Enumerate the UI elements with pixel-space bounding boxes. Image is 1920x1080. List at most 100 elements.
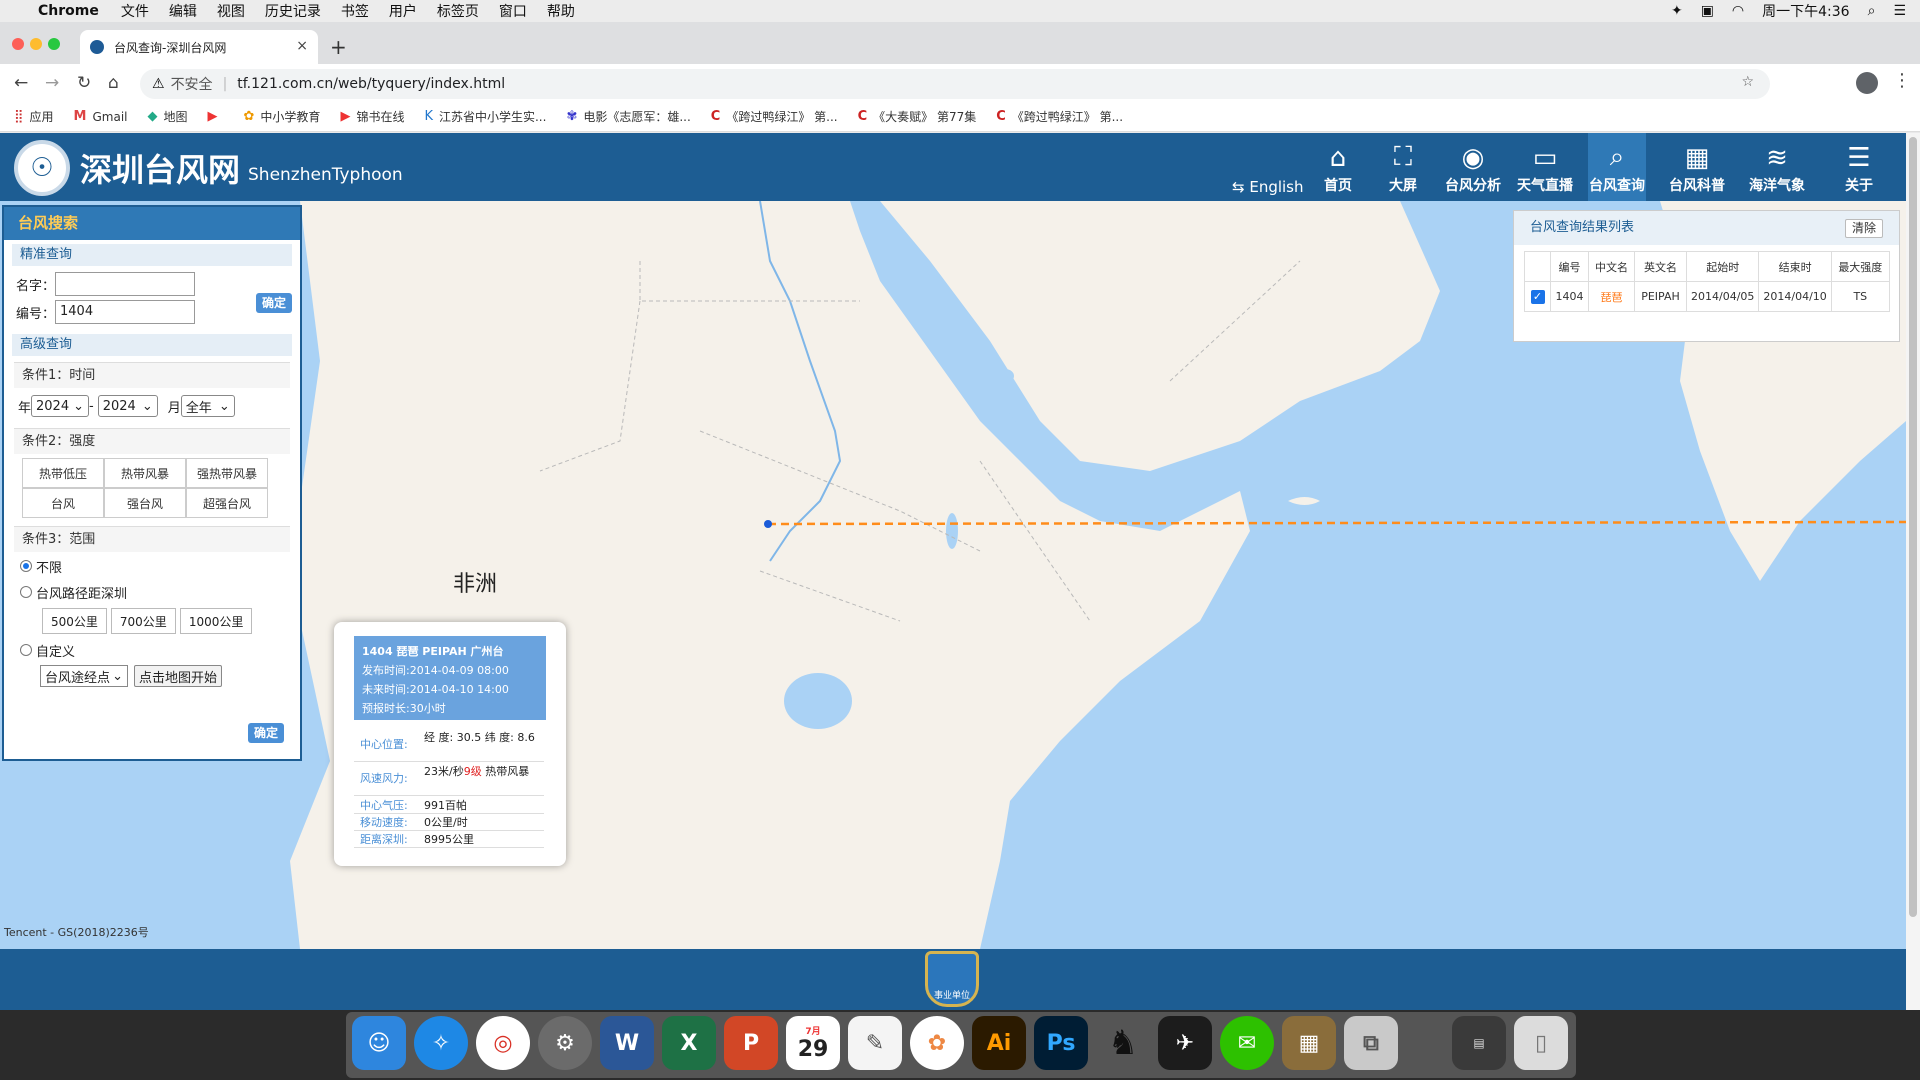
textedit-icon[interactable]: ✎ bbox=[848, 1016, 902, 1070]
menu-file[interactable]: 文件 bbox=[121, 1, 149, 21]
zoom-window-button[interactable] bbox=[48, 38, 60, 50]
nav-typhoon-analysis[interactable]: ◉ 台风分析 bbox=[1442, 133, 1504, 201]
bookmark-jiangsu[interactable]: K 江苏省中小学生实... bbox=[424, 108, 546, 125]
finder-icon[interactable]: ☺ bbox=[352, 1016, 406, 1070]
distance-1000-button[interactable]: 1000公里 bbox=[179, 608, 253, 634]
close-tab-icon[interactable]: × bbox=[296, 38, 308, 54]
precise-confirm-button[interactable]: 确定 bbox=[256, 293, 293, 313]
intensity-ts[interactable]: 热带风暴 bbox=[104, 458, 186, 488]
menu-bookmarks[interactable]: 书签 bbox=[341, 1, 369, 21]
name-input[interactable] bbox=[55, 272, 196, 296]
excel-icon[interactable]: X bbox=[662, 1016, 716, 1070]
illustrator-icon[interactable]: Ai bbox=[972, 1016, 1026, 1070]
range-any-option[interactable]: 不限 bbox=[20, 556, 300, 576]
bookmark-education[interactable]: ✿ 中小学教育 bbox=[244, 108, 321, 125]
notification-center-icon[interactable]: ☰ bbox=[1893, 3, 1906, 19]
menu-tab[interactable]: 标签页 bbox=[437, 1, 479, 21]
folder-stack-icon[interactable]: ▤ bbox=[1452, 1016, 1506, 1070]
intensity-super-ty[interactable]: 超强台风 bbox=[186, 488, 268, 518]
address-bar[interactable]: ⚠ 不安全 | tf.121.com.cn/web/tyquery/index.… bbox=[140, 69, 1770, 99]
forward-icon[interactable]: → bbox=[45, 73, 59, 93]
app-menu-chrome[interactable]: Chrome bbox=[38, 3, 99, 19]
nav-typhoon-query[interactable]: ⌕ 台风查询 bbox=[1588, 133, 1646, 201]
site-logo[interactable]: ☉ bbox=[14, 140, 70, 196]
table-row[interactable]: ✓ 1404 琵琶 PEIPAH 2014/04/05 2014/04/10 T… bbox=[1524, 281, 1890, 312]
nav-weather-live[interactable]: ▭ 天气直播 bbox=[1514, 133, 1576, 201]
clear-results-button[interactable]: 清除 bbox=[1844, 219, 1883, 238]
scrollbar-thumb[interactable] bbox=[1909, 137, 1917, 917]
bookmark-episode-3[interactable]: C 《跨过鸭绿江》 第... bbox=[996, 108, 1123, 125]
intensity-sty[interactable]: 强台风 bbox=[104, 488, 186, 518]
safari-icon[interactable]: ✧ bbox=[414, 1016, 468, 1070]
archive-utility-icon[interactable]: ⧉ bbox=[1344, 1016, 1398, 1070]
english-link[interactable]: ⇆ English bbox=[1232, 178, 1304, 196]
intensity-ty[interactable]: 台风 bbox=[22, 488, 104, 518]
radio-checked[interactable] bbox=[20, 560, 32, 572]
powerpoint-icon[interactable]: P bbox=[724, 1016, 778, 1070]
home-icon[interactable]: ⌂ bbox=[108, 73, 119, 93]
nav-about[interactable]: ☰ 关于 bbox=[1828, 133, 1890, 201]
distance-500-button[interactable]: 500公里 bbox=[42, 608, 107, 634]
advanced-confirm-button[interactable]: 确定 bbox=[248, 723, 285, 743]
range-path-option[interactable]: 台风路径距深圳 bbox=[20, 582, 300, 602]
system-preferences-icon[interactable]: ⚙ bbox=[538, 1016, 592, 1070]
range-custom-option[interactable]: 自定义 bbox=[20, 640, 300, 660]
calendar-icon[interactable]: 7月 29 bbox=[786, 1016, 840, 1070]
checkbox-checked-icon[interactable]: ✓ bbox=[1530, 289, 1545, 304]
institution-badge[interactable]: 事业单位 bbox=[925, 951, 979, 1007]
reload-icon[interactable]: ↻ bbox=[77, 73, 91, 93]
qq-icon[interactable]: ♞ bbox=[1096, 1016, 1150, 1070]
bookmark-video[interactable]: ▶ bbox=[208, 109, 224, 124]
new-tab-button[interactable]: + bbox=[330, 35, 347, 59]
row-checkbox-cell[interactable]: ✓ bbox=[1524, 281, 1551, 312]
url-text[interactable]: tf.121.com.cn/web/tyquery/index.html bbox=[237, 76, 505, 92]
wifi-icon[interactable]: ◠ bbox=[1732, 3, 1744, 19]
minimize-window-button[interactable] bbox=[30, 38, 42, 50]
mail-client-icon[interactable]: ✈ bbox=[1158, 1016, 1212, 1070]
wechat-icon[interactable]: ✉ bbox=[1220, 1016, 1274, 1070]
intensity-sts[interactable]: 强热带风暴 bbox=[186, 458, 268, 488]
bookmark-episode-1[interactable]: C 《跨过鸭绿江》 第... bbox=[711, 108, 838, 125]
spotlight-search-icon[interactable]: ⌕ bbox=[1868, 3, 1876, 19]
nav-marine-weather[interactable]: ≋ 海洋气象 bbox=[1746, 133, 1808, 201]
clock[interactable]: 周一下午4:36 bbox=[1762, 1, 1849, 21]
cell-cn-name[interactable]: 琵琶 bbox=[1588, 281, 1635, 312]
start-map-draw-button[interactable]: 点击地图开始 bbox=[134, 665, 223, 687]
month-select[interactable]: 全年 ⌄ bbox=[180, 395, 235, 417]
browser-tab[interactable]: 台风查询-深圳台风网 × bbox=[80, 30, 318, 64]
profile-avatar[interactable] bbox=[1856, 72, 1878, 94]
word-icon[interactable]: W bbox=[600, 1016, 654, 1070]
year-to-select[interactable]: 2024 ⌄ bbox=[97, 395, 158, 417]
calculator-icon[interactable]: ▦ bbox=[1282, 1016, 1336, 1070]
close-window-button[interactable] bbox=[12, 38, 24, 50]
input-method-icon[interactable]: ▣ bbox=[1701, 3, 1714, 19]
menu-history[interactable]: 历史记录 bbox=[265, 1, 321, 21]
nav-big-screen[interactable]: ⛶ 大屏 bbox=[1372, 133, 1434, 201]
bookmark-movie[interactable]: ✾ 电影《志愿军：雄... bbox=[566, 108, 690, 125]
photos-icon[interactable]: ✿ bbox=[910, 1016, 964, 1070]
photoshop-icon[interactable]: Ps bbox=[1034, 1016, 1088, 1070]
nav-typhoon-science[interactable]: ▦ 台风科普 bbox=[1666, 133, 1728, 201]
nav-home[interactable]: ⌂ 首页 bbox=[1307, 133, 1369, 201]
chrome-icon[interactable]: ◎ bbox=[476, 1016, 530, 1070]
page-scrollbar[interactable] bbox=[1906, 133, 1920, 1010]
menu-view[interactable]: 视图 bbox=[217, 1, 245, 21]
intensity-td[interactable]: 热带低压 bbox=[22, 458, 104, 488]
bookmark-episode-2[interactable]: C 《大奏赋》 第77集 bbox=[858, 108, 977, 125]
back-icon[interactable]: ← bbox=[14, 73, 28, 93]
menu-edit[interactable]: 编辑 bbox=[169, 1, 197, 21]
bookmark-apps[interactable]: ⣿ 应用 bbox=[14, 108, 54, 125]
menu-help[interactable]: 帮助 bbox=[547, 1, 575, 21]
chrome-menu-icon[interactable]: ⋮ bbox=[1893, 70, 1911, 91]
menu-people[interactable]: 用户 bbox=[389, 1, 417, 21]
menu-window[interactable]: 窗口 bbox=[499, 1, 527, 21]
radio-unchecked[interactable] bbox=[20, 644, 32, 656]
year-from-select[interactable]: 2024 ⌄ bbox=[31, 395, 90, 417]
distance-700-button[interactable]: 700公里 bbox=[110, 608, 176, 634]
custom-type-select[interactable]: 台风途经点 ⌄ bbox=[40, 665, 128, 687]
radio-unchecked[interactable] bbox=[20, 586, 32, 598]
bluetooth-icon[interactable]: ✦ bbox=[1671, 3, 1683, 19]
bookmark-maps[interactable]: ◆ 地图 bbox=[148, 108, 188, 125]
bookmark-gmail[interactable]: M Gmail bbox=[74, 109, 128, 124]
bookmark-star-icon[interactable]: ☆ bbox=[1741, 74, 1754, 90]
